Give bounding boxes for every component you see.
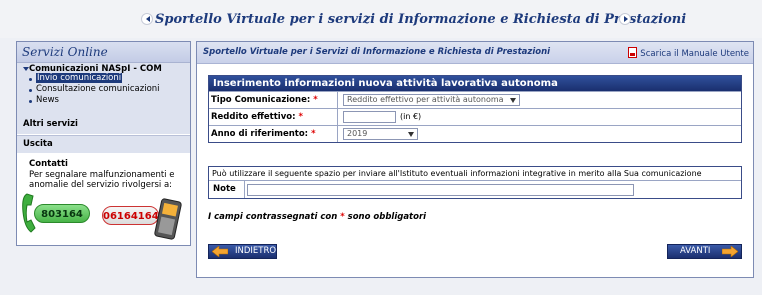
form-row-reddito: Reddito effettivo: * (in €) (209, 108, 741, 125)
mobile-phone-icon (154, 198, 182, 240)
required-note-suffix: sono obbligatori (347, 212, 427, 222)
required-note-star: * (340, 212, 345, 222)
anno-label-cell: Anno di riferimento: * (209, 126, 338, 142)
note-info-text: Può utilizzare il seguente spazio per in… (212, 169, 702, 178)
download-manual-link[interactable]: Scarica il Manuale Utente (628, 47, 749, 59)
tipo-label-cell: Tipo Comunicazione: * (209, 92, 338, 108)
landline-number-badge: 803164 (34, 204, 90, 223)
arrow-left-icon (212, 246, 228, 257)
download-manual-label[interactable]: Scarica il Manuale Utente (640, 49, 749, 59)
banner-title: Sportello Virtuale per i servizi di Info… (155, 12, 687, 27)
back-button[interactable]: INDIETRO (208, 244, 277, 259)
form-title: Inserimento informazioni nuova attività … (209, 76, 741, 91)
sidebar-item-invio-comunicazioni[interactable]: Invio comunicazioni (36, 73, 123, 83)
reddito-label: Reddito effettivo: (211, 112, 296, 122)
required-fields-note: I campi contrassegnati con * sono obblig… (208, 212, 426, 222)
chevron-down-icon (510, 98, 516, 103)
note-section: Può utilizzare il seguente spazio per in… (208, 166, 742, 199)
mobile-number-badge: 06164164 (102, 206, 159, 225)
reddito-label-cell: Reddito effettivo: * (209, 109, 338, 125)
main-panel: Sportello Virtuale per i Servizi di Info… (196, 41, 754, 278)
next-button-label: AVANTI (680, 246, 711, 256)
top-banner: Sportello Virtuale per i servizi di Info… (0, 0, 762, 38)
pdf-icon (628, 47, 638, 58)
nav-left-icon[interactable] (141, 13, 153, 25)
note-input[interactable] (247, 184, 634, 196)
form-row-tipo: Tipo Comunicazione: * Reddito effettivo … (209, 91, 741, 108)
tipo-label: Tipo Comunicazione: (211, 95, 311, 105)
contatti-text: Per segnalare malfunzionamenti e anomali… (29, 170, 175, 190)
sidebar: Servizi Online Comunicazioni NASpI - COM… (16, 41, 191, 246)
reddito-effettivo-input[interactable] (343, 111, 396, 123)
required-mark: * (298, 112, 303, 122)
mobile-number: 06164164 (103, 211, 159, 222)
sidebar-item-news[interactable]: News (36, 95, 59, 105)
anno-label: Anno di riferimento: (211, 129, 309, 139)
anno-riferimento-select[interactable]: 2019 (343, 128, 418, 140)
arrow-right-icon (722, 246, 738, 257)
bullet-icon (29, 100, 32, 103)
sidebar-section-altri[interactable]: Altri servizi (17, 115, 190, 134)
activity-form: Inserimento informazioni nuova attività … (208, 75, 742, 143)
bullet-icon (29, 89, 32, 92)
sidebar-title: Servizi Online (22, 45, 108, 59)
next-button[interactable]: AVANTI (667, 244, 742, 259)
main-header: Sportello Virtuale per i Servizi di Info… (197, 42, 753, 64)
required-mark: * (313, 95, 318, 105)
note-row: Note (209, 180, 741, 198)
main-header-title: Sportello Virtuale per i Servizi di Info… (203, 47, 551, 57)
tipo-comunicazione-value: Reddito effettivo per attività autonoma (347, 95, 504, 104)
contatti-title: Contatti (29, 159, 68, 169)
note-label: Note (209, 181, 245, 198)
required-note-prefix: I campi contrassegnati con (208, 212, 338, 222)
form-row-anno: Anno di riferimento: * 2019 (209, 125, 741, 142)
anno-riferimento-value: 2019 (347, 129, 368, 138)
reddito-unit: (in €) (400, 112, 422, 121)
back-button-label: INDIETRO (235, 246, 277, 256)
sidebar-item-altri-servizi[interactable]: Altri servizi (23, 119, 78, 129)
nav-right-icon[interactable] (619, 13, 631, 25)
sidebar-item-uscita[interactable]: Uscita (23, 139, 53, 149)
required-mark: * (311, 129, 316, 139)
chevron-down-icon (408, 132, 414, 137)
landline-number: 803164 (41, 209, 83, 220)
bullet-icon (29, 78, 32, 81)
sidebar-section-uscita[interactable]: Uscita (17, 135, 190, 153)
sidebar-header: Servizi Online (17, 42, 190, 63)
sidebar-item-consultazione[interactable]: Consultazione comunicazioni (36, 84, 160, 94)
tipo-comunicazione-select[interactable]: Reddito effettivo per attività autonoma (343, 94, 520, 106)
